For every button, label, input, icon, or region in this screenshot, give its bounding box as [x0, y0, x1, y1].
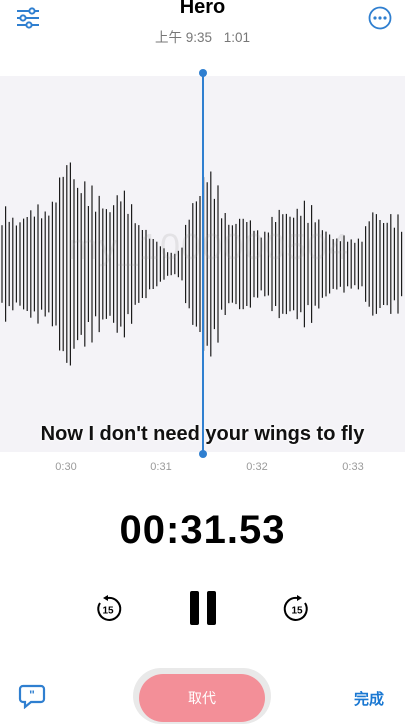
timeline-tick: 0:32 [246, 461, 268, 473]
pause-button[interactable] [190, 591, 216, 625]
done-button[interactable]: 完成 [354, 688, 384, 709]
replace-button[interactable]: 取代 [139, 674, 265, 722]
rewind-15-icon: 15 [97, 595, 122, 621]
pause-bar-left [190, 591, 199, 625]
current-time: 00:31.53 [119, 508, 286, 552]
playhead-bottom-handle[interactable] [199, 450, 207, 458]
recording-title[interactable]: Hero [0, 0, 405, 19]
skip-forward-label: 15 [291, 606, 303, 617]
lyric-caption: Now I don't need your wings to fly [40, 423, 365, 445]
skip-forward-15-button[interactable]: 15 [283, 595, 311, 623]
pause-bar-right [207, 591, 216, 625]
timeline-tick: 0:31 [150, 461, 172, 473]
recording-time: 上午 9:35 [154, 30, 212, 45]
skip-back-15-button[interactable]: 15 [94, 595, 122, 623]
recording-duration: 1:01 [223, 30, 251, 45]
more-options-icon[interactable] [368, 6, 392, 30]
transcript-bubble-icon[interactable]: " [18, 683, 46, 710]
playhead-top-handle[interactable] [199, 69, 207, 77]
header: Hero 上午 9:35 1:01 [0, 0, 405, 48]
recording-info: 上午 9:35 1:01 [0, 26, 405, 46]
skip-back-label: 15 [102, 606, 114, 617]
timeline-tick: 0:30 [55, 461, 77, 473]
svg-text:": " [29, 688, 35, 702]
timeline-tick: 0:33 [342, 461, 364, 473]
playhead[interactable] [202, 73, 204, 455]
watermark: my_1000000504 [68, 226, 350, 267]
forward-15-icon: 15 [283, 595, 308, 621]
